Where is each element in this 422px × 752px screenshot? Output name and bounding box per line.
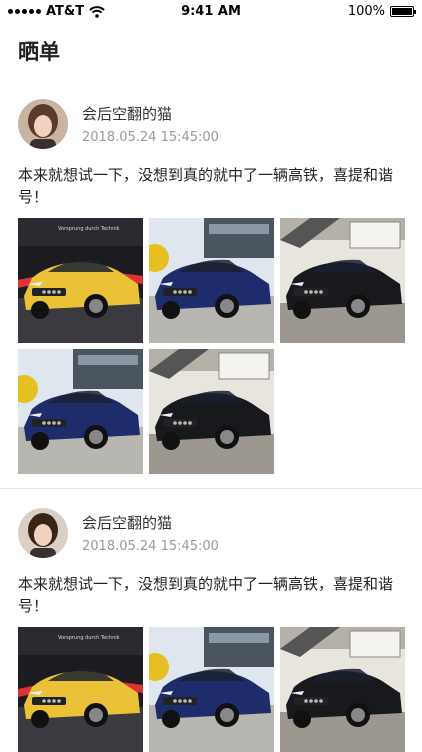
post-text: 本来就想试一下，没想到真的就中了一辆高铁，喜提和谐号！ xyxy=(18,575,394,615)
photo-grid: Vorsprung durch Technik xyxy=(18,627,405,752)
post-card: 会后空翻的猫 2018.05.24 15:45:00 本来就想试一下，没想到真的就中… xyxy=(0,98,422,474)
photo-sign-text: Vorsprung durch Technik xyxy=(58,226,120,232)
post-author: 会后空翻的猫 2018.05.24 15:45:00 xyxy=(18,98,404,150)
photo-thumbnail[interactable] xyxy=(149,627,274,752)
post-timestamp: 2018.05.24 15:45:00 xyxy=(82,539,219,554)
post-timestamp: 2018.05.24 15:45:00 xyxy=(82,130,219,145)
photo-thumbnail[interactable]: Vorsprung durch Technik xyxy=(18,627,143,752)
photo-thumbnail[interactable] xyxy=(280,627,405,752)
post-meta: 会后空翻的猫 2018.05.24 15:45:00 xyxy=(82,512,219,554)
post-author: 会后空翻的猫 2018.05.24 15:45:00 xyxy=(18,507,404,559)
photo-thumbnail[interactable] xyxy=(149,349,274,474)
username[interactable]: 会后空翻的猫 xyxy=(82,512,219,533)
avatar[interactable] xyxy=(18,508,68,558)
post-text: 本来就想试一下，没想到真的就中了一辆高铁，喜提和谐号！ xyxy=(18,166,394,206)
photo-grid: Vorsprung durch Technik xyxy=(18,218,405,474)
photo-thumbnail[interactable] xyxy=(149,218,274,343)
photo-sign-text: Vorsprung durch Technik xyxy=(58,635,120,641)
photo-thumbnail[interactable] xyxy=(280,218,405,343)
post-card: 会后空翻的猫 2018.05.24 15:45:00 本来就想试一下，没想到真的就中… xyxy=(0,488,422,752)
photo-thumbnail[interactable] xyxy=(18,349,143,474)
post-list: 会后空翻的猫 2018.05.24 15:45:00 本来就想试一下，没想到真的就中… xyxy=(0,98,422,752)
post-meta: 会后空翻的猫 2018.05.24 15:45:00 xyxy=(82,103,219,145)
page-title: 晒单 xyxy=(18,40,60,64)
username[interactable]: 会后空翻的猫 xyxy=(82,103,219,124)
battery-percent: 100% xyxy=(347,4,385,19)
avatar[interactable] xyxy=(18,99,68,149)
photo-thumbnail[interactable]: Vorsprung durch Technik xyxy=(18,218,143,343)
status-bar: AT&T 9:41 AM 100% xyxy=(0,0,422,24)
status-right: 100% xyxy=(347,4,416,19)
battery-icon xyxy=(390,6,416,17)
